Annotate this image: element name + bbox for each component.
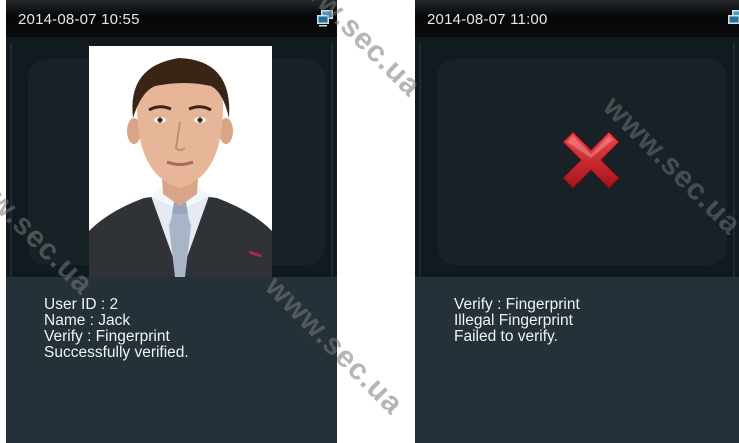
network-computer-icon — [317, 10, 333, 27]
verify-method-text: Verify : Fingerprint — [454, 296, 580, 313]
right-device-screen: 2014-08-07 11:00 Verify : Fingerprint Il… — [415, 0, 739, 443]
result-area — [415, 37, 739, 277]
verify-method-text: Verify : Fingerprint — [44, 328, 170, 345]
verification-info: User ID : 2 Name : Jack Verify : Fingerp… — [44, 297, 189, 361]
verify-result-text: Successfully verified. — [44, 344, 189, 361]
left-device-screen: 2014-08-07 10:55 User ID: 2 Name: Jack… — [6, 0, 337, 443]
network-computer-icon — [728, 10, 739, 24]
user-photo — [89, 46, 272, 277]
verification-info: Verify : Fingerprint Illegal Fingerprint… — [454, 297, 580, 345]
illegal-fingerprint-text: Illegal Fingerprint — [454, 312, 573, 329]
photo-area — [6, 37, 337, 277]
status-bar: 2014-08-07 11:00 — [415, 0, 739, 37]
user-id-text: User ID : 2 — [44, 296, 119, 313]
status-datetime: 2014-08-07 10:55 — [18, 11, 140, 28]
verify-result-text: Failed to verify. — [454, 328, 558, 345]
status-bar: 2014-08-07 10:55 — [6, 0, 337, 37]
user-name-text: Name : Jack — [44, 312, 131, 329]
status-datetime: 2014-08-07 11:00 — [427, 11, 548, 28]
red-cross-icon — [562, 131, 620, 189]
